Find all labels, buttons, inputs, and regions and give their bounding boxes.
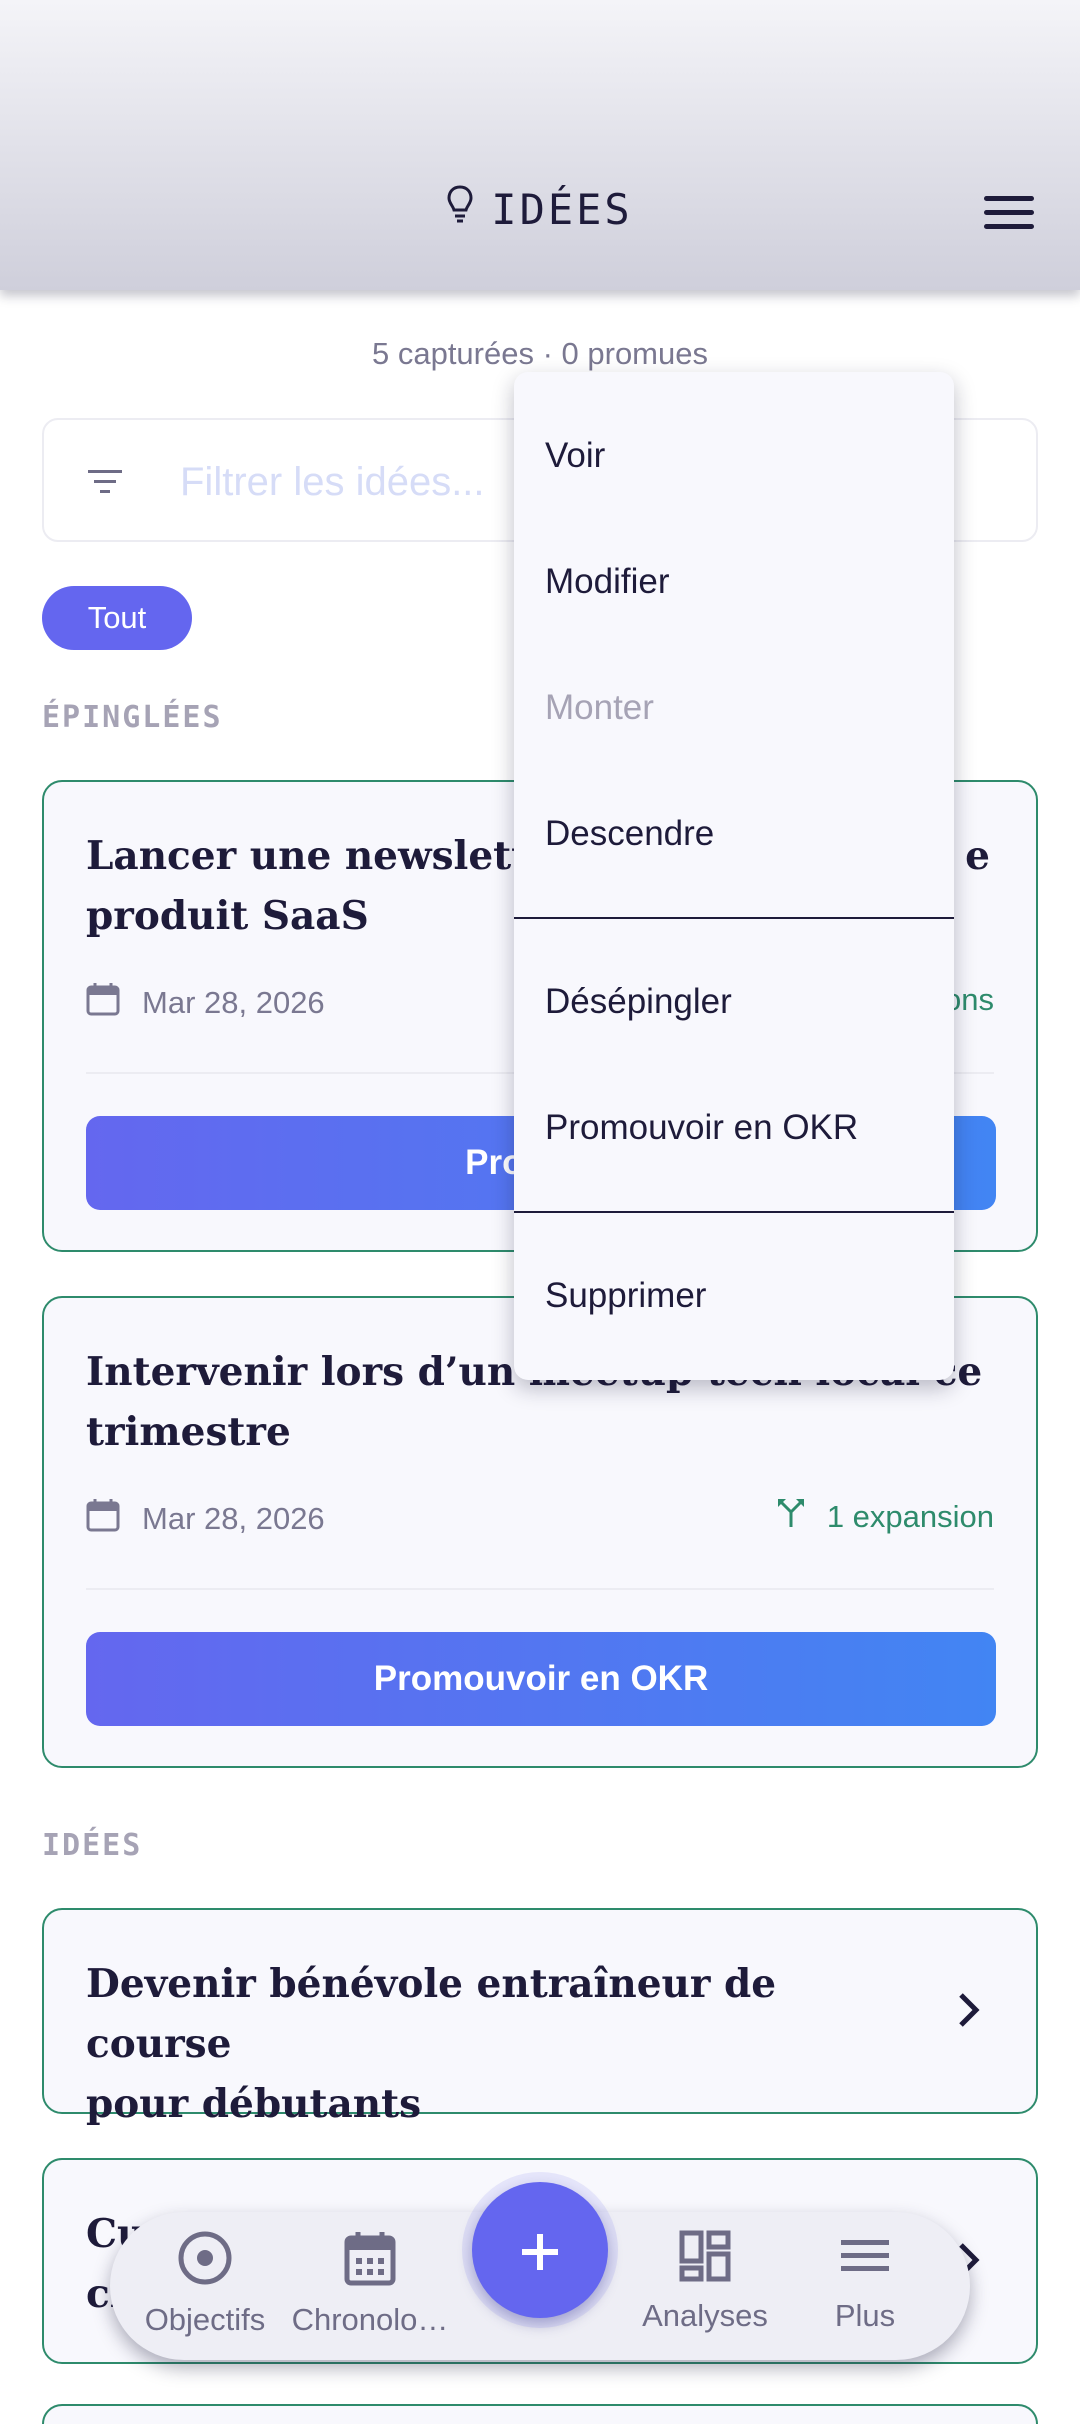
pinned-section-label: ÉPINGLÉES [42, 700, 223, 735]
context-menu: Voir Modifier Monter Descendre Désépingl… [514, 372, 954, 1380]
idea-card[interactable]: Devenir bénévole entraîneur de course po… [42, 1908, 1038, 2127]
fork-icon [777, 1498, 805, 1536]
idea-title: Devenir bénévole entraîneur de course po… [86, 1961, 777, 2127]
expansion-count: 1 expansion [777, 1498, 994, 1536]
promote-okr-button[interactable]: Promouvoir en OKR [86, 1632, 996, 1726]
app-bar: IDÉES [0, 0, 1080, 290]
nav-item-timeline[interactable]: Chronolo… [290, 2230, 450, 2338]
plus-icon [520, 2213, 560, 2287]
ideas-section-label: IDÉES [42, 1828, 143, 1863]
menu-item-delete[interactable]: Supprimer [545, 1276, 706, 1316]
calendar-icon [344, 2232, 396, 2293]
menu-icon [839, 2240, 891, 2289]
idea-card[interactable] [42, 2404, 1038, 2424]
page-title-text: IDÉES [491, 185, 633, 234]
calendar-icon [86, 1498, 120, 1540]
nav-item-more[interactable]: Plus [810, 2230, 920, 2334]
menu-item-edit[interactable]: Modifier [545, 562, 669, 602]
lightbulb-icon [447, 184, 473, 233]
page-title: IDÉES [0, 185, 1080, 234]
divider [86, 1588, 994, 1590]
menu-item-move-up: Monter [545, 688, 654, 727]
ideas-summary: 5 capturées · 0 promues [371, 336, 708, 371]
idea-date: Mar 28, 2026 [86, 1498, 325, 1540]
calendar-icon [86, 982, 120, 1024]
hamburger-menu-icon[interactable] [984, 196, 1034, 232]
menu-item-view[interactable]: Voir [545, 436, 605, 476]
chevron-right-icon [958, 1992, 980, 2033]
menu-item-unpin[interactable]: Désépingler [545, 982, 732, 1022]
target-icon [177, 2231, 233, 2293]
nav-item-objectives[interactable]: Objectifs [140, 2230, 270, 2338]
add-idea-button[interactable] [472, 2182, 608, 2318]
menu-item-move-down[interactable]: Descendre [545, 814, 714, 854]
nav-item-analytics[interactable]: Analyses [630, 2230, 780, 2334]
idea-date: Mar 28, 2026 [86, 982, 325, 1024]
chip-all[interactable]: Tout [42, 586, 192, 650]
filter-icon [88, 468, 122, 501]
menu-separator [514, 1211, 954, 1213]
menu-separator [514, 917, 954, 919]
dashboard-icon [679, 2230, 731, 2289]
menu-item-promote-okr[interactable]: Promouvoir en OKR [545, 1108, 858, 1148]
